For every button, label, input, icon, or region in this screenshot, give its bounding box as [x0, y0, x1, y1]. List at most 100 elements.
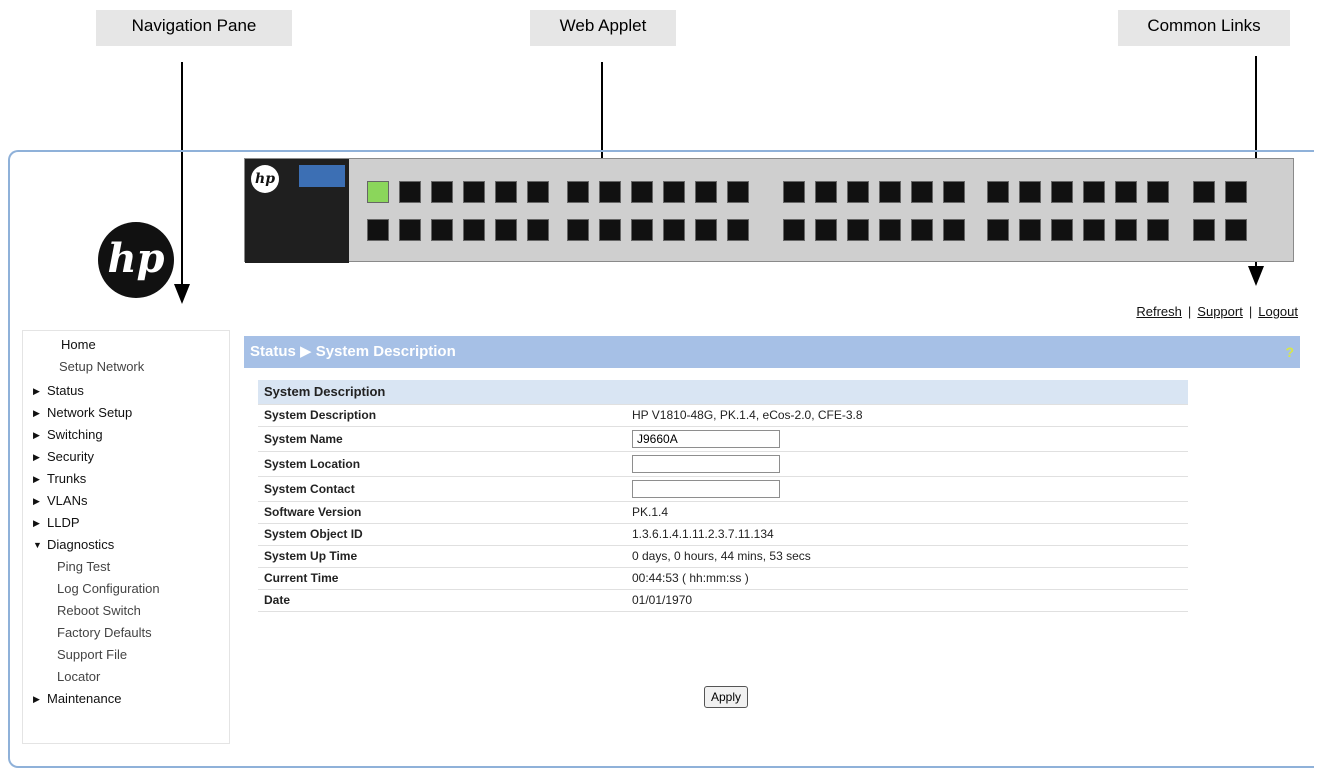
- nav-setup-network[interactable]: Setup Network: [59, 359, 144, 374]
- switch-port[interactable]: [1019, 181, 1041, 203]
- apply-button[interactable]: Apply: [704, 686, 749, 708]
- nav-switching[interactable]: ▶ Switching: [33, 427, 103, 442]
- nav-log-configuration[interactable]: Log Configuration: [57, 581, 160, 596]
- navigation-pane-callout: Navigation Pane: [96, 10, 292, 46]
- switch-port[interactable]: [567, 219, 589, 241]
- switch-port[interactable]: [879, 219, 901, 241]
- switch-port[interactable]: [847, 219, 869, 241]
- switch-port[interactable]: [695, 181, 717, 203]
- switch-port[interactable]: [815, 219, 837, 241]
- switch-port[interactable]: [1147, 181, 1169, 203]
- switch-port[interactable]: [1147, 219, 1169, 241]
- switch-port[interactable]: [631, 181, 653, 203]
- switch-port[interactable]: [463, 219, 485, 241]
- table-row: System Contact: [258, 476, 1188, 502]
- nav-factory-defaults[interactable]: Factory Defaults: [57, 625, 152, 640]
- web-applet-callout: Web Applet: [530, 10, 676, 46]
- switch-port[interactable]: [663, 219, 685, 241]
- nav-locator[interactable]: Locator: [57, 669, 100, 684]
- nav-home[interactable]: Home: [61, 337, 96, 352]
- switch-port[interactable]: [527, 181, 549, 203]
- logout-link[interactable]: Logout: [1258, 304, 1298, 319]
- switch-port[interactable]: [1193, 219, 1215, 241]
- nav-trunks[interactable]: ▶ Trunks: [33, 471, 86, 486]
- row-label: System Description: [258, 404, 626, 427]
- switch-port[interactable]: [431, 219, 453, 241]
- nav-diagnostics[interactable]: ▼ Diagnostics: [33, 537, 114, 552]
- nav-support-file[interactable]: Support File: [57, 647, 127, 662]
- support-link[interactable]: Support: [1197, 304, 1243, 319]
- switch-port[interactable]: [695, 219, 717, 241]
- switch-port[interactable]: [495, 219, 517, 241]
- nav-status-label: Status: [47, 383, 84, 398]
- switch-port[interactable]: [399, 181, 421, 203]
- system-location-input[interactable]: [632, 454, 780, 473]
- common-links-callout: Common Links: [1118, 10, 1290, 46]
- switch-port[interactable]: [1193, 181, 1215, 203]
- switch-port[interactable]: [783, 219, 805, 241]
- switch-port[interactable]: [1115, 219, 1137, 241]
- row-label: Software Version: [258, 501, 626, 524]
- switch-port[interactable]: [879, 181, 901, 203]
- table-row: Date 01/01/1970: [258, 589, 1188, 612]
- system-contact-input[interactable]: [632, 479, 780, 498]
- nav-security[interactable]: ▶ Security: [33, 449, 94, 464]
- nav-reboot-switch[interactable]: Reboot Switch: [57, 603, 141, 618]
- nav-network-setup[interactable]: ▶ Network Setup: [33, 405, 132, 420]
- collapse-arrow-icon: ▼: [33, 540, 42, 550]
- switch-hp-logo: hp: [251, 165, 279, 193]
- table-row: System Description HP V1810-48G, PK.1.4,…: [258, 404, 1188, 427]
- help-icon[interactable]: ?: [1285, 336, 1294, 368]
- switch-port[interactable]: [399, 219, 421, 241]
- switch-model-badge: [299, 165, 345, 187]
- switch-port[interactable]: [1083, 181, 1105, 203]
- switch-port[interactable]: [727, 181, 749, 203]
- table-row: System Location: [258, 451, 1188, 477]
- switch-port[interactable]: [911, 219, 933, 241]
- switch-port[interactable]: [847, 181, 869, 203]
- row-label: System Name: [258, 426, 626, 452]
- expand-arrow-icon: ▶: [33, 452, 40, 462]
- switch-port[interactable]: [1225, 219, 1247, 241]
- switch-port[interactable]: [1115, 181, 1137, 203]
- switch-port[interactable]: [943, 181, 965, 203]
- nav-ping-test[interactable]: Ping Test: [57, 559, 110, 574]
- switch-port[interactable]: [599, 181, 621, 203]
- switch-port[interactable]: [431, 181, 453, 203]
- nav-lldp[interactable]: ▶ LLDP: [33, 515, 80, 530]
- navigation-pane: Home Setup Network ▶ Status ▶ Network Setu…: [22, 330, 230, 744]
- row-value: HP V1810-48G, PK.1.4, eCos-2.0, CFE-3.8: [626, 404, 1188, 427]
- switch-port[interactable]: [727, 219, 749, 241]
- expand-arrow-icon: ▶: [33, 496, 40, 506]
- switch-port[interactable]: [1051, 219, 1073, 241]
- row-value: 00:44:53 ( hh:mm:ss ): [626, 567, 1188, 590]
- switch-port[interactable]: [943, 219, 965, 241]
- switch-port[interactable]: [783, 181, 805, 203]
- table-row: Software Version PK.1.4: [258, 501, 1188, 524]
- switch-port[interactable]: [815, 181, 837, 203]
- nav-maintenance[interactable]: ▶ Maintenance: [33, 691, 121, 706]
- switch-port[interactable]: [495, 181, 517, 203]
- breadcrumb: Status ▶ System Description: [250, 343, 456, 360]
- switch-port[interactable]: [599, 219, 621, 241]
- switch-port[interactable]: [1225, 181, 1247, 203]
- nav-vlans[interactable]: ▶ VLANs: [33, 493, 87, 508]
- switch-port[interactable]: [987, 181, 1009, 203]
- switch-port[interactable]: [567, 181, 589, 203]
- switch-port[interactable]: [367, 219, 389, 241]
- switch-port[interactable]: [367, 181, 389, 203]
- refresh-link[interactable]: Refresh: [1136, 304, 1182, 319]
- switch-port[interactable]: [911, 181, 933, 203]
- switch-port[interactable]: [1051, 181, 1073, 203]
- switch-port[interactable]: [987, 219, 1009, 241]
- system-name-input[interactable]: [632, 429, 780, 448]
- switch-port[interactable]: [463, 181, 485, 203]
- nav-status[interactable]: ▶ Status: [33, 383, 84, 398]
- switch-applet[interactable]: hp: [244, 158, 1294, 263]
- switch-port[interactable]: [631, 219, 653, 241]
- switch-port[interactable]: [1083, 219, 1105, 241]
- switch-port[interactable]: [527, 219, 549, 241]
- switch-port[interactable]: [1019, 219, 1041, 241]
- switch-port[interactable]: [663, 181, 685, 203]
- expand-arrow-icon: ▶: [33, 430, 40, 440]
